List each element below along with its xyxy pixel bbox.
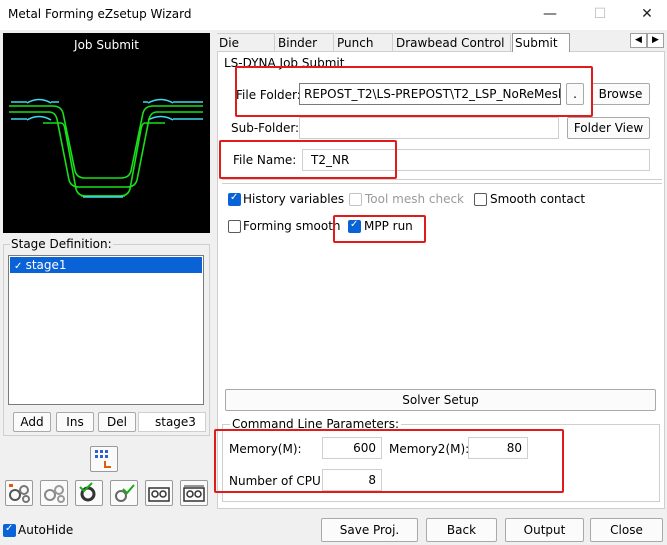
- stage-list[interactable]: ✓ stage1: [8, 255, 204, 405]
- close-button[interactable]: Close: [590, 518, 663, 542]
- check-icon: ✓: [14, 261, 26, 272]
- tab-binder[interactable]: Binder: [276, 33, 334, 51]
- cmd-params-group: [222, 424, 660, 502]
- tool-mesh-check-checkbox[interactable]: [349, 193, 362, 206]
- file-folder-label: File Folder:: [236, 88, 301, 102]
- file-folder-input[interactable]: REPOST_T2\LS-PREPOST\T2_LSP_NoReMesh: [299, 83, 561, 105]
- forming-smooth-checkbox[interactable]: [228, 220, 241, 233]
- file-name-input[interactable]: T2_NR: [302, 149, 650, 171]
- autohide-label: AutoHide: [18, 523, 74, 537]
- forming-smooth-label: Forming smooth: [243, 219, 341, 233]
- stage-item-label: stage1: [25, 258, 67, 272]
- list-item[interactable]: ✓ stage1: [10, 257, 202, 273]
- browse-button[interactable]: Browse: [591, 83, 650, 105]
- sub-folder-label: Sub-Folder:: [231, 121, 300, 135]
- stage-definition-label: Stage Definition:: [10, 237, 113, 251]
- machine-icon-2[interactable]: [180, 480, 208, 506]
- draw-die-preview: [9, 98, 203, 198]
- history-variables-label: History variables: [243, 192, 345, 206]
- output-button[interactable]: Output: [505, 518, 584, 542]
- folder-view-button[interactable]: Folder View: [567, 117, 650, 139]
- stage-name-input[interactable]: stage3: [138, 412, 206, 432]
- wizard-icon[interactable]: [90, 446, 118, 472]
- mpp-run-label: MPP run: [364, 219, 413, 233]
- close-icon[interactable]: ✕: [632, 4, 662, 24]
- memory2-label: Memory2(M):: [389, 442, 470, 456]
- window-title: Metal Forming eZsetup Wizard: [8, 7, 192, 21]
- gears-icon-1[interactable]: [5, 480, 33, 506]
- job-submit-group-title: LS-DYNA Job Submit: [224, 56, 345, 70]
- gear-check-icon[interactable]: [75, 480, 103, 506]
- divider: [222, 183, 662, 184]
- history-variables-checkbox[interactable]: [228, 192, 241, 206]
- machine-icon-1[interactable]: [145, 480, 173, 506]
- tab-drawbead-control[interactable]: Drawbead Control: [394, 33, 511, 51]
- cpu-input[interactable]: 8: [322, 469, 382, 491]
- dot-button[interactable]: .: [566, 83, 584, 105]
- solver-setup-button[interactable]: Solver Setup: [225, 389, 656, 411]
- memory2-input[interactable]: 80: [468, 437, 528, 459]
- gears-icon-2[interactable]: [40, 480, 68, 506]
- smooth-contact-label: Smooth contact: [490, 192, 586, 206]
- maximize-icon[interactable]: ☐: [585, 4, 615, 24]
- add-stage-button[interactable]: Add: [13, 412, 51, 432]
- cpu-label: Number of CPU:: [229, 474, 325, 488]
- tool-mesh-check-label: Tool mesh check: [365, 192, 464, 206]
- autohide-checkbox[interactable]: [3, 523, 16, 537]
- insert-stage-button[interactable]: Ins: [56, 412, 94, 432]
- preview-canvas: Job Submit: [3, 33, 210, 233]
- mpp-run-checkbox[interactable]: [348, 219, 361, 233]
- memory-input[interactable]: 600: [322, 437, 382, 459]
- save-project-button[interactable]: Save Proj.: [321, 518, 418, 542]
- tab-submit[interactable]: Submit: [512, 33, 570, 52]
- delete-stage-button[interactable]: Del: [98, 412, 136, 432]
- title-bar: Metal Forming eZsetup Wizard — ☐ ✕: [0, 0, 667, 30]
- file-name-label: File Name:: [233, 153, 297, 167]
- gear-check-icon-2[interactable]: [110, 480, 138, 506]
- memory-label: Memory(M):: [229, 442, 302, 456]
- smooth-contact-checkbox[interactable]: [474, 193, 487, 206]
- sub-folder-input[interactable]: [299, 117, 559, 139]
- tab-punch[interactable]: Punch: [335, 33, 393, 51]
- tab-prev-icon[interactable]: ◀: [630, 33, 647, 48]
- tab-die[interactable]: Die: [217, 33, 275, 51]
- minimize-icon[interactable]: —: [535, 4, 565, 24]
- back-button[interactable]: Back: [426, 518, 497, 542]
- tab-next-icon[interactable]: ▶: [647, 33, 664, 48]
- cmd-params-title: Command Line Parameters:: [230, 417, 402, 431]
